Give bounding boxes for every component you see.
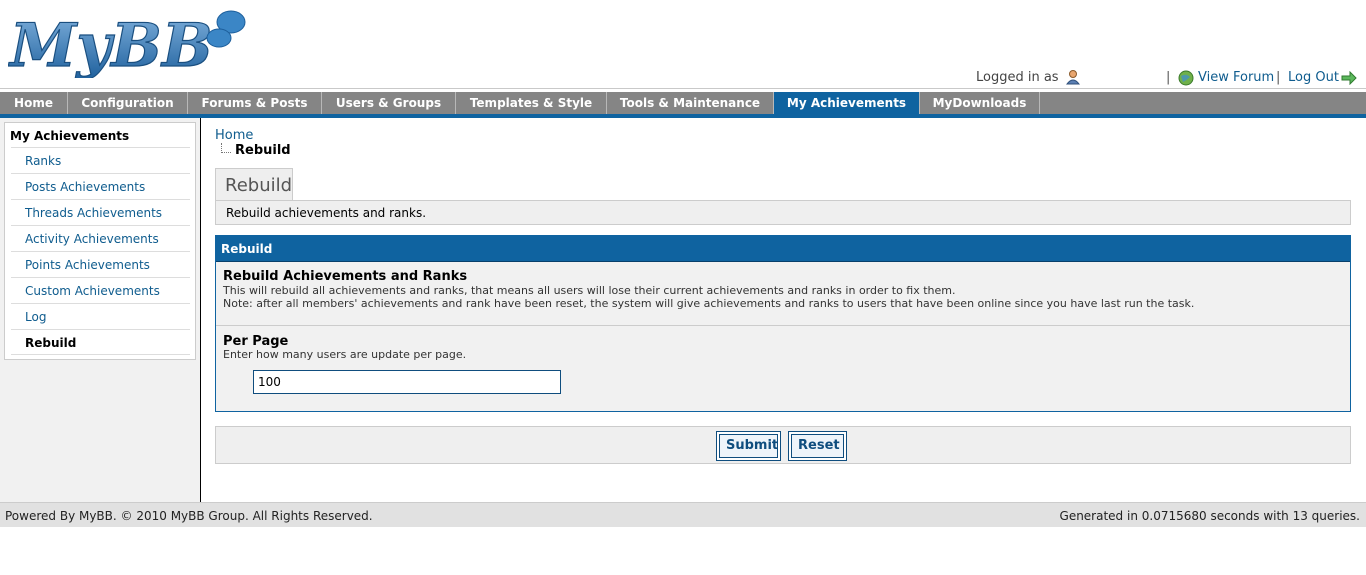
sidebar-item-custom-achievements[interactable]: Custom Achievements (11, 277, 190, 303)
mybb-logo[interactable]: MyBB (8, 6, 248, 78)
submit-button[interactable]: Submit (716, 431, 781, 461)
nav-accent-bar (0, 114, 1366, 118)
rebuild-form: Rebuild Rebuild Achievements and Ranks T… (215, 235, 1351, 412)
svg-text:MyBB: MyBB (8, 11, 213, 78)
row-description: Enter how many users are update per page… (223, 348, 467, 361)
sidebar-item-label[interactable]: Threads Achievements (25, 206, 162, 220)
tab-configuration[interactable]: Configuration (68, 92, 188, 114)
main-nav: Home Configuration Forums & Posts Users … (0, 92, 1366, 114)
sidebar-item-label[interactable]: Rebuild (25, 336, 76, 350)
sidebar-item-rebuild[interactable]: Rebuild (11, 329, 190, 355)
separator: | (1166, 70, 1171, 85)
breadcrumb-tree-line (221, 143, 231, 153)
row-title: Per Page (223, 334, 289, 349)
sidebar-item-activity-achievements[interactable]: Activity Achievements (11, 225, 190, 251)
per-page-input[interactable] (253, 370, 561, 394)
footer: Powered By MyBB. © 2010 MyBB Group. All … (0, 502, 1366, 527)
tab-tools-maintenance[interactable]: Tools & Maintenance (607, 92, 774, 114)
footer-generated: Generated in 0.0715680 seconds with 13 q… (1059, 509, 1360, 523)
sidebar-item-label[interactable]: Posts Achievements (25, 180, 145, 194)
sidebar-item-threads-achievements[interactable]: Threads Achievements (11, 199, 190, 225)
sidebar-item-label[interactable]: Points Achievements (25, 258, 150, 272)
footer-copyright: Powered By MyBB. © 2010 MyBB Group. All … (5, 509, 373, 523)
sidebar-item-ranks[interactable]: Ranks (11, 147, 190, 173)
sidebar-title: My Achievements (10, 129, 130, 143)
sidebar-item-label[interactable]: Custom Achievements (25, 284, 160, 298)
header-divider (0, 88, 1366, 89)
sidebar-item-log[interactable]: Log (11, 303, 190, 329)
sidebar-item-label[interactable]: Log (25, 310, 46, 324)
row-description: This will rebuild all achievements and r… (223, 284, 956, 297)
sidebar-item-posts-achievements[interactable]: Posts Achievements (11, 173, 190, 199)
page-tab-label: Rebuild (225, 175, 293, 196)
tab-forums-posts[interactable]: Forums & Posts (188, 92, 322, 114)
row-title: Rebuild Achievements and Ranks (223, 269, 468, 284)
row-note: Note: after all members' achievements an… (223, 297, 1195, 310)
header: MyBB Logged in as | View Forum | Log Out (0, 0, 1366, 91)
tab-home[interactable]: Home (0, 92, 68, 114)
sidebar-item-points-achievements[interactable]: Points Achievements (11, 251, 190, 277)
form-title: Rebuild (221, 242, 273, 256)
separator: | (1276, 70, 1281, 85)
reset-button-label[interactable]: Reset (791, 434, 844, 458)
form-header: Rebuild (216, 236, 1350, 262)
submit-button-label[interactable]: Submit (719, 434, 778, 458)
page-description-text: Rebuild achievements and ranks. (226, 206, 427, 220)
log-out-link[interactable]: Log Out (1288, 70, 1339, 85)
page-description: Rebuild achievements and ranks. (215, 200, 1351, 225)
sidebar-item-label[interactable]: Activity Achievements (25, 232, 159, 246)
user-bar: Logged in as | View Forum | Log Out (0, 70, 1366, 86)
tab-mydownloads[interactable]: MyDownloads (920, 92, 1040, 114)
tab-users-groups[interactable]: Users & Groups (322, 92, 456, 114)
sidebar-item-label[interactable]: Ranks (25, 154, 61, 168)
globe-icon (1178, 70, 1194, 90)
logged-in-label: Logged in as (976, 70, 1059, 85)
view-forum-link[interactable]: View Forum (1198, 70, 1274, 85)
tab-templates-style[interactable]: Templates & Style (456, 92, 607, 114)
arrow-right-icon (1341, 70, 1357, 89)
form-row-rebuild: Rebuild Achievements and Ranks This will… (216, 262, 1350, 326)
tab-my-achievements[interactable]: My Achievements (774, 92, 920, 114)
user-icon (1065, 69, 1081, 89)
breadcrumb-current: Rebuild (235, 143, 291, 158)
reset-button[interactable]: Reset (788, 431, 847, 461)
breadcrumb-home-link[interactable]: Home (215, 128, 253, 143)
sidebar-menu: My Achievements Ranks Posts Achievements… (4, 122, 196, 360)
page-tab-rebuild[interactable]: Rebuild (215, 168, 293, 200)
form-buttons: Submit Reset (215, 426, 1351, 464)
